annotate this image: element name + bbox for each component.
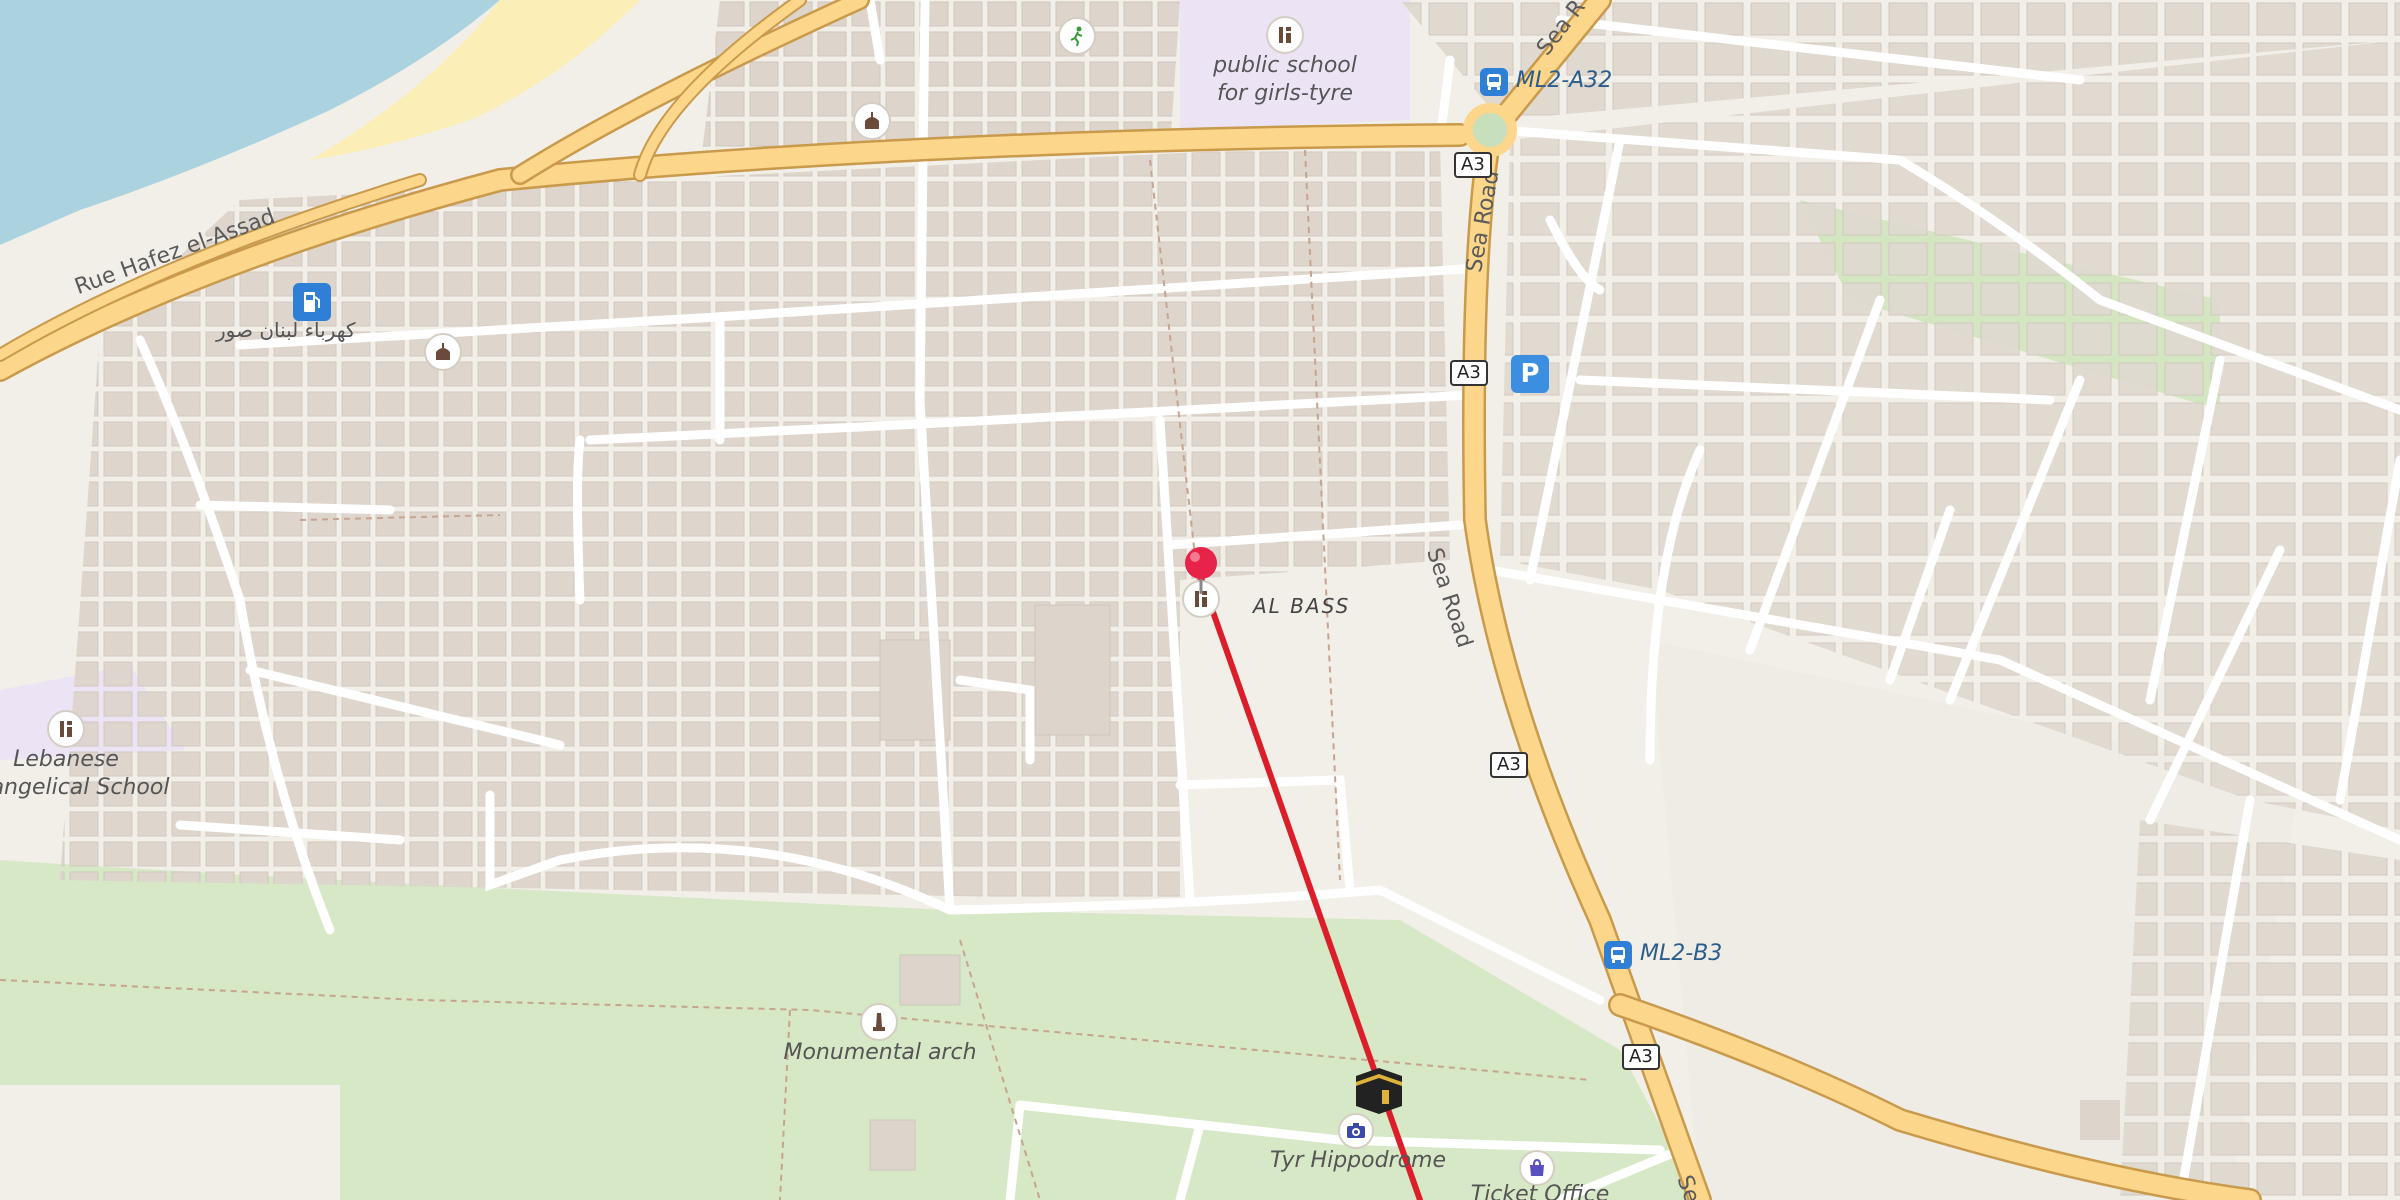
school-label[interactable]: public school xyxy=(1213,53,1357,78)
district-label: AL BASS xyxy=(1253,594,1351,618)
school-icon[interactable] xyxy=(47,710,85,748)
fuel-station-icon[interactable] xyxy=(293,283,331,321)
route-shield-a3: A3 xyxy=(1450,360,1488,386)
route-shield-a3: A3 xyxy=(1622,1044,1660,1070)
sports-icon[interactable] xyxy=(1058,17,1096,55)
map-canvas[interactable]: Rue Hafez el-Assad Sea Road Sea Road Sea… xyxy=(0,0,2400,1200)
ticket-office-label[interactable]: Ticket Office xyxy=(1471,1182,1609,1200)
viewpoint-camera-icon[interactable] xyxy=(1338,1113,1374,1149)
school-icon[interactable] xyxy=(1266,16,1304,54)
bus-stop-label[interactable]: ML2-B3 xyxy=(1640,941,1722,966)
roundabout xyxy=(1463,103,1517,157)
fuel-station-label[interactable]: كهرباء لبنان صور xyxy=(216,318,355,342)
bus-stop-icon[interactable] xyxy=(1604,941,1632,969)
monument-icon[interactable] xyxy=(860,1003,898,1041)
shop-bag-icon[interactable] xyxy=(1519,1150,1555,1186)
bus-stop-icon[interactable] xyxy=(1480,68,1508,96)
monument-label[interactable]: Monumental arch xyxy=(783,1040,976,1065)
school-label[interactable]: for girls-tyre xyxy=(1217,81,1353,106)
hippodrome-label[interactable]: Tyr Hippodrome xyxy=(1270,1148,1446,1173)
lower-left-lot xyxy=(0,1085,340,1200)
location-pin-icon[interactable] xyxy=(1182,546,1220,596)
route-shield-a3: A3 xyxy=(1490,752,1528,778)
route-shield-a3: A3 xyxy=(1454,152,1492,178)
school-label[interactable]: Lebanese xyxy=(13,747,119,772)
place-of-worship-icon[interactable] xyxy=(424,333,462,371)
bus-stop-label[interactable]: ML2-A32 xyxy=(1516,68,1612,93)
parking-icon[interactable]: P xyxy=(1511,355,1549,393)
school-label[interactable]: angelical School xyxy=(0,775,169,800)
place-of-worship-icon[interactable] xyxy=(853,102,891,140)
kaaba-icon[interactable] xyxy=(1352,1062,1406,1116)
